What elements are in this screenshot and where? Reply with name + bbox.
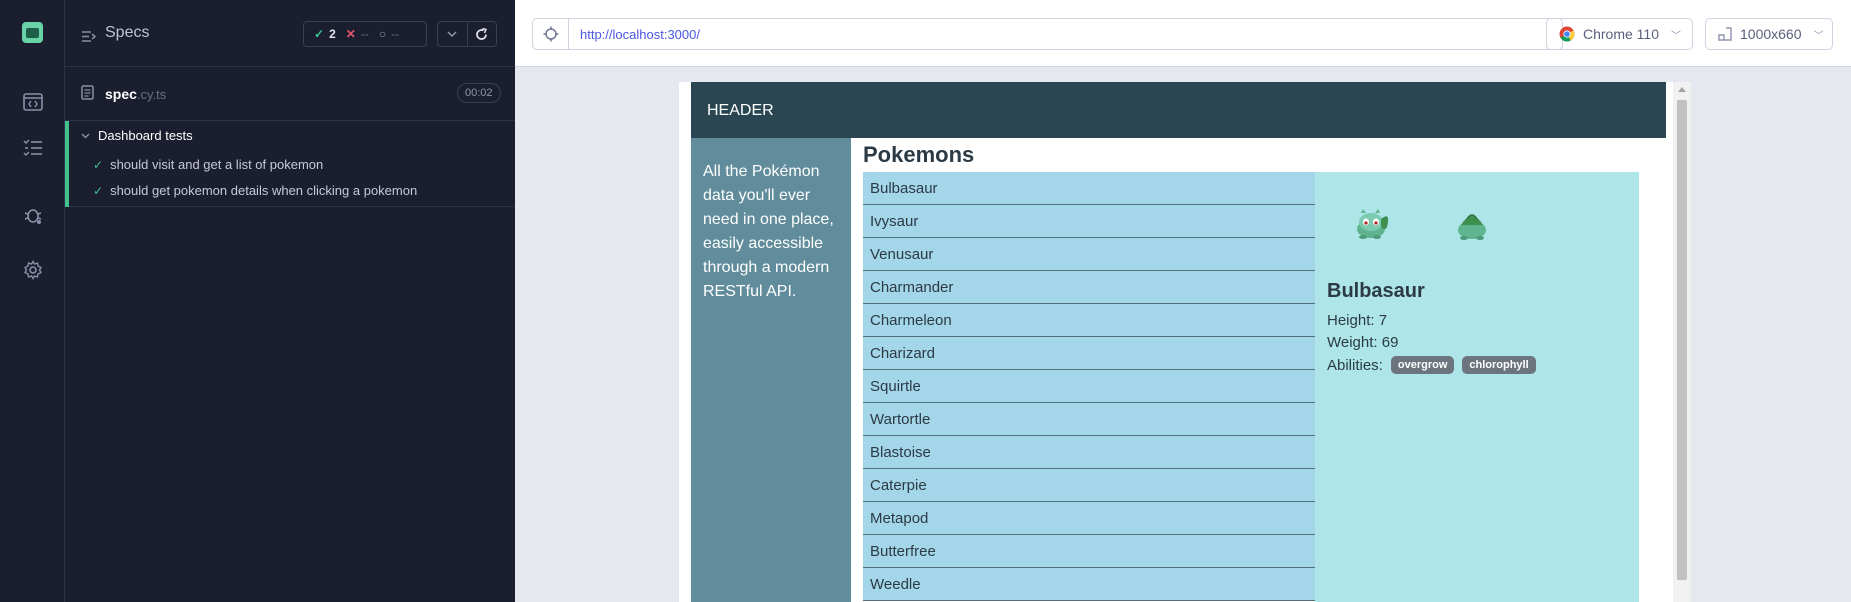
pokemon-weight: Weight: 69 — [1327, 334, 1399, 351]
test-stats: ✓ 2 ✕ -- ○ -- — [303, 21, 427, 47]
reporter-controls — [437, 21, 497, 47]
refresh-icon — [476, 27, 488, 40]
app-under-test: HEADER All the Pokémon data you'll ever … — [679, 82, 1691, 602]
crosshair-icon — [543, 26, 558, 42]
url-text[interactable]: http://localhost:3000/ — [569, 27, 700, 42]
app-scrollbar[interactable] — [1673, 82, 1691, 602]
pokemon-back-sprite — [1453, 207, 1491, 246]
rerun-button[interactable] — [466, 22, 496, 46]
pokemon-list-item[interactable]: Blastoise — [863, 436, 1315, 469]
failed-stat: ✕ -- — [345, 27, 369, 41]
viewport-icon — [1718, 27, 1732, 41]
reporter-panel: Specs ✓ 2 ✕ -- ○ -- spec.cy.ts 00:02 Das… — [65, 0, 515, 602]
bug-icon[interactable] — [19, 201, 46, 228]
code-window-icon[interactable] — [19, 88, 46, 115]
suite-title[interactable]: Dashboard tests — [81, 128, 193, 143]
chrome-icon — [1559, 26, 1575, 42]
page-title: Pokemons — [863, 142, 975, 167]
passed-stat: ✓ 2 — [314, 27, 336, 41]
pokemon-list-item[interactable]: Ivysaur — [863, 205, 1315, 238]
browser-toolbar: http://localhost:3000/ Chrome 110 ﹀ 1000… — [515, 0, 1851, 67]
test-suite: Dashboard tests ✓ should visit and get a… — [65, 121, 515, 207]
pokemon-list-item[interactable]: Weedle — [863, 568, 1315, 601]
pokemon-front-sprite — [1353, 207, 1393, 246]
check-icon: ✓ — [93, 157, 104, 172]
check-icon: ✓ — [93, 183, 104, 198]
suite-status-bar — [65, 121, 69, 207]
chevron-down-icon — [81, 133, 90, 138]
pokemon-list: Bulbasaur Ivysaur Venusaur Charmander Ch… — [863, 172, 1315, 601]
scroll-thumb[interactable] — [1677, 100, 1687, 580]
url-bar[interactable]: http://localhost:3000/ — [532, 18, 1563, 50]
pending-stat: ○ -- — [378, 27, 400, 41]
pokemon-list-item[interactable]: Squirtle — [863, 370, 1315, 403]
pokemon-list-item[interactable]: Charmander — [863, 271, 1315, 304]
app-header: HEADER — [691, 82, 1666, 138]
pokemon-name: Bulbasaur — [1327, 280, 1425, 302]
document-icon — [81, 85, 94, 104]
check-icon: ✓ — [314, 27, 325, 41]
app-sidebar: All the Pokémon data you'll ever need in… — [691, 138, 851, 602]
viewport-selector[interactable]: 1000x660 ﹀ — [1705, 18, 1833, 50]
spec-duration: 00:02 — [457, 83, 501, 103]
pokemon-detail: Bulbasaur Height: 7 Weight: 69 Abilities… — [1315, 172, 1639, 602]
spinner-icon: ○ — [378, 27, 387, 41]
aut-panel: http://localhost:3000/ Chrome 110 ﹀ 1000… — [515, 0, 1851, 602]
app-main: Pokemons Bulbasaur Ivysaur Venusaur Char… — [851, 138, 1666, 602]
browser-selector[interactable]: Chrome 110 ﹀ — [1546, 18, 1693, 50]
list-check-icon[interactable] — [19, 134, 46, 161]
ability-badge: chlorophyll — [1462, 356, 1536, 374]
pokemon-list-item[interactable]: Charmeleon — [863, 304, 1315, 337]
pokemon-list-item[interactable]: Charizard — [863, 337, 1315, 370]
test-item[interactable]: ✓ should get pokemon details when clicki… — [93, 183, 417, 198]
cypress-runner: Specs ✓ 2 ✕ -- ○ -- spec.cy.ts 00:02 Das… — [0, 0, 1851, 602]
spec-file-name[interactable]: spec.cy.ts — [105, 86, 166, 102]
chevron-down-icon — [447, 31, 458, 37]
cypress-logo-icon[interactable] — [22, 22, 43, 43]
chevron-down-icon: ﹀ — [1813, 30, 1824, 42]
cross-icon: ✕ — [345, 27, 356, 41]
selector-playground-button[interactable] — [533, 19, 569, 49]
scroll-up-icon[interactable] — [1678, 87, 1686, 92]
pokemon-list-item[interactable]: Venusaur — [863, 238, 1315, 271]
pokemon-list-item[interactable]: Metapod — [863, 502, 1315, 535]
test-item[interactable]: ✓ should visit and get a list of pokemon — [93, 157, 323, 172]
pokemon-list-item[interactable]: Butterfree — [863, 535, 1315, 568]
pokemon-height: Height: 7 — [1327, 312, 1388, 329]
pokemon-list-item[interactable]: Caterpie — [863, 469, 1315, 502]
side-nav — [0, 0, 65, 602]
spec-file-row: spec.cy.ts 00:02 — [65, 67, 515, 121]
reporter-header: Specs ✓ 2 ✕ -- ○ -- — [65, 0, 515, 67]
pokemon-list-item[interactable]: Bulbasaur — [863, 172, 1315, 205]
specs-title: Specs — [105, 24, 150, 41]
collapse-button[interactable] — [438, 22, 467, 46]
pokemon-abilities: Abilities: overgrow chlorophyll — [1327, 356, 1536, 374]
gear-icon[interactable] — [19, 256, 46, 283]
pokemon-list-item[interactable]: Wartortle — [863, 403, 1315, 436]
chevron-down-icon: ﹀ — [1671, 30, 1682, 42]
specs-menu-icon[interactable] — [81, 28, 97, 47]
ability-badge: overgrow — [1390, 356, 1455, 374]
